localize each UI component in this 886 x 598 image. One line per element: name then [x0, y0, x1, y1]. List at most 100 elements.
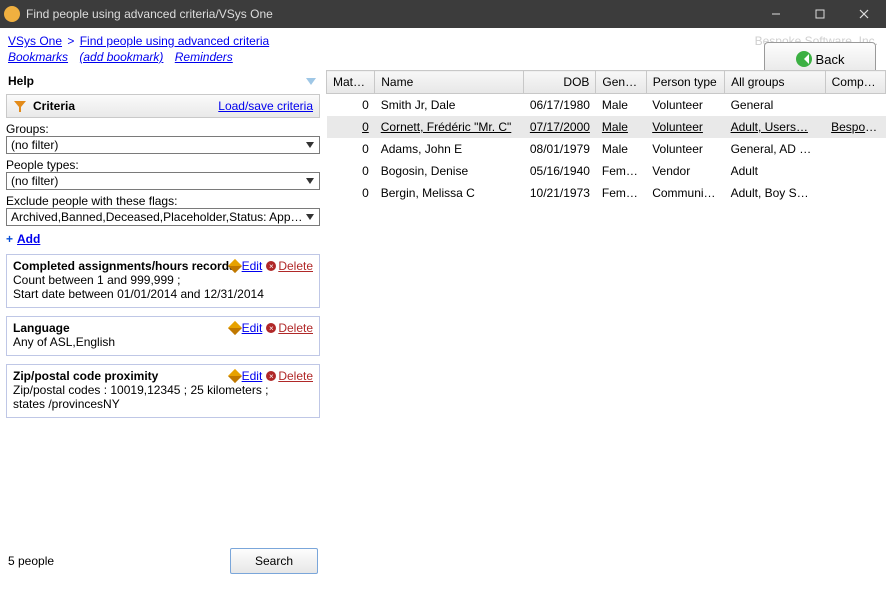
titlebar: Find people using advanced criteria/VSys…: [0, 0, 886, 28]
table-row[interactable]: 0Smith Jr, Dale06/17/1980MaleVolunteerGe…: [327, 94, 886, 117]
chevron-down-icon: [303, 174, 317, 188]
left-footer: 5 people Search: [6, 544, 320, 578]
cell-groups: Adult, Boy S…: [725, 182, 826, 204]
people-types-label: People types:: [6, 158, 320, 172]
cell-company: [825, 182, 885, 204]
help-label[interactable]: Help: [8, 74, 34, 88]
toolbar-links: Bookmarks (add bookmark) Reminders: [0, 50, 886, 70]
table-row[interactable]: 0Adams, John E08/01/1979MaleVolunteerGen…: [327, 138, 886, 160]
exclude-combo[interactable]: Archived,Banned,Deceased,Placeholder,Sta…: [6, 208, 320, 226]
app-icon: [4, 6, 20, 22]
criteria-box: Edit×DeleteLanguageAny of ASL,English: [6, 316, 320, 356]
load-save-criteria-link[interactable]: Load/save criteria: [218, 99, 313, 113]
cell-ptype: Volunteer: [646, 138, 724, 160]
cell-ptype: Volunteer: [646, 116, 724, 138]
minimize-button[interactable]: [754, 0, 798, 28]
maximize-button[interactable]: [798, 0, 842, 28]
cell-gender: Male: [596, 94, 646, 117]
col-ptype[interactable]: Person type: [646, 71, 724, 94]
col-company[interactable]: Company: [825, 71, 885, 94]
reminders-link[interactable]: Reminders: [175, 50, 233, 64]
breadcrumb-root[interactable]: VSys One: [8, 34, 62, 48]
criteria-box-line: Zip/postal codes : 10019,12345 ; 25 kilo…: [13, 383, 313, 397]
delete-link[interactable]: Delete: [278, 321, 313, 335]
cell-dob: 08/01/1979: [524, 138, 596, 160]
window-title: Find people using advanced criteria/VSys…: [26, 7, 754, 21]
edit-link[interactable]: Edit: [242, 321, 263, 335]
col-dob[interactable]: DOB: [524, 71, 596, 94]
exclude-value: Archived,Banned,Deceased,Placeholder,Sta…: [11, 210, 303, 224]
delete-icon: ×: [266, 261, 276, 271]
left-panel: Help Criteria Load/save criteria Groups:…: [0, 70, 326, 584]
people-types-value: (no filter): [11, 174, 303, 188]
col-groups[interactable]: All groups: [725, 71, 826, 94]
cell-ptype: Volunteer: [646, 94, 724, 117]
groups-label: Groups:: [6, 122, 320, 136]
delete-icon: ×: [266, 323, 276, 333]
chevron-down-icon: [303, 138, 317, 152]
cell-groups: Adult, Users…: [725, 116, 826, 138]
table-row[interactable]: 0Cornett, Frédéric "Mr. C"07/17/2000Male…: [327, 116, 886, 138]
col-name[interactable]: Name: [375, 71, 524, 94]
results-table: Matc… Name DOB Gender Person type All gr…: [326, 70, 886, 204]
help-chevron-icon[interactable]: [304, 76, 318, 86]
table-row[interactable]: 0Bergin, Melissa C10/21/1973FemaleCommun…: [327, 182, 886, 204]
cell-matc: 0: [327, 138, 375, 160]
cell-gender: Male: [596, 116, 646, 138]
minimize-icon: [771, 9, 781, 19]
criteria-box-line: Count between 1 and 999,999 ;: [13, 273, 313, 287]
cell-groups: General: [725, 94, 826, 117]
delete-icon: ×: [266, 371, 276, 381]
main: Help Criteria Load/save criteria Groups:…: [0, 70, 886, 584]
cell-ptype: Vendor: [646, 160, 724, 182]
criteria-box-line: Any of ASL,English: [13, 335, 313, 349]
cell-name: Bergin, Melissa C: [375, 182, 524, 204]
criteria-box: Edit×DeleteCompleted assignments/hours r…: [6, 254, 320, 308]
delete-link[interactable]: Delete: [278, 369, 313, 383]
edit-link[interactable]: Edit: [242, 369, 263, 383]
table-row[interactable]: 0Bogosin, Denise05/16/1940FemaleVendorAd…: [327, 160, 886, 182]
pencil-icon: [228, 321, 242, 335]
cell-dob: 06/17/1980: [524, 94, 596, 117]
cell-dob: 10/21/1973: [524, 182, 596, 204]
cell-company: [825, 160, 885, 182]
cell-name: Cornett, Frédéric "Mr. C": [375, 116, 524, 138]
back-arrow-icon: [796, 51, 812, 67]
cell-ptype: Communit…: [646, 182, 724, 204]
pencil-icon: [228, 259, 242, 273]
add-bookmark-link[interactable]: (add bookmark): [79, 50, 163, 64]
cell-matc: 0: [327, 160, 375, 182]
help-row: Help: [6, 70, 320, 94]
results-table-wrap: Matc… Name DOB Gender Person type All gr…: [326, 70, 886, 584]
people-types-combo[interactable]: (no filter): [6, 172, 320, 190]
top-strip: VSys One > Find people using advanced cr…: [0, 28, 886, 50]
table-header-row: Matc… Name DOB Gender Person type All gr…: [327, 71, 886, 94]
edit-link[interactable]: Edit: [242, 259, 263, 273]
cell-name: Bogosin, Denise: [375, 160, 524, 182]
criteria-box: Edit×DeleteZip/postal code proximityZip/…: [6, 364, 320, 418]
delete-link[interactable]: Delete: [278, 259, 313, 273]
exclude-label: Exclude people with these flags:: [6, 194, 320, 208]
close-button[interactable]: [842, 0, 886, 28]
breadcrumb-sep: >: [65, 34, 79, 48]
col-matc[interactable]: Matc…: [327, 71, 375, 94]
cell-company: [825, 138, 885, 160]
cell-matc: 0: [327, 94, 375, 117]
cell-groups: General, AD …: [725, 138, 826, 160]
breadcrumb-current[interactable]: Find people using advanced criteria: [80, 34, 269, 48]
cell-dob: 07/17/2000: [524, 116, 596, 138]
cell-name: Adams, John E: [375, 138, 524, 160]
cell-company: [825, 94, 885, 117]
criteria-label: Criteria: [33, 99, 75, 113]
cell-gender: Male: [596, 138, 646, 160]
search-label: Search: [255, 554, 293, 568]
add-criteria-link[interactable]: Add: [17, 232, 40, 246]
groups-combo[interactable]: (no filter): [6, 136, 320, 154]
chevron-down-icon: [303, 210, 317, 224]
breadcrumb: VSys One > Find people using advanced cr…: [8, 34, 269, 48]
funnel-icon: [13, 99, 27, 113]
search-button[interactable]: Search: [230, 548, 318, 574]
bookmarks-link[interactable]: Bookmarks: [8, 50, 68, 64]
pencil-icon: [228, 369, 242, 383]
col-gender[interactable]: Gender: [596, 71, 646, 94]
